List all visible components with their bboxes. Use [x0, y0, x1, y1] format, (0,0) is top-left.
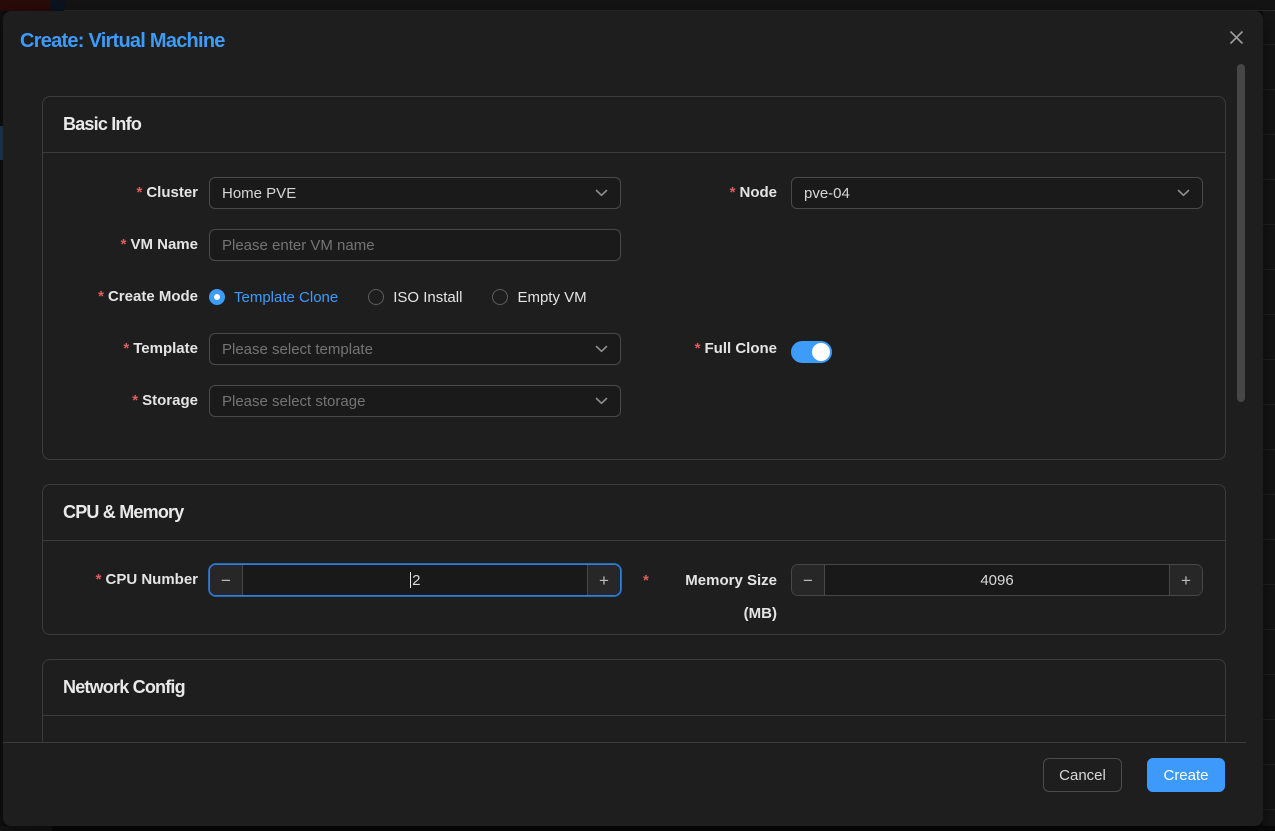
cpu-memory-section: CPU & Memory *CPU Number − 2 + * Memory … — [42, 484, 1226, 635]
row-template-fullclone: *Template Please select template *Full C… — [67, 333, 1225, 365]
required-asterisk: * — [132, 392, 138, 409]
cpu-memory-body: *CPU Number − 2 + * Memory Size (MB) — [43, 541, 1225, 596]
radio-iso-install[interactable]: ISO Install — [368, 289, 462, 306]
node-label: *Node — [621, 177, 791, 209]
node-select[interactable]: pve-04 — [791, 177, 1203, 209]
required-asterisk: * — [98, 288, 104, 305]
cpu-number-input[interactable]: 2 — [243, 565, 587, 595]
template-placeholder: Please select template — [222, 341, 373, 358]
row-vm-name: *VM Name — [67, 229, 1225, 261]
cluster-label: *Cluster — [67, 177, 209, 209]
required-asterisk: * — [121, 236, 127, 253]
chevron-down-icon — [595, 397, 608, 405]
radio-unselected-icon — [368, 289, 384, 305]
chevron-down-icon — [595, 345, 608, 353]
radio-empty-vm[interactable]: Empty VM — [492, 289, 586, 306]
toggle-knob — [812, 343, 830, 361]
background-page-table-rows — [1263, 11, 1275, 826]
required-asterisk: * — [643, 564, 649, 597]
modal-scrollbar-thumb[interactable] — [1237, 64, 1245, 402]
background-page-bottom-sidebar — [0, 826, 52, 831]
template-label: *Template — [67, 333, 209, 365]
chevron-down-icon — [1177, 189, 1190, 197]
vm-name-label: *VM Name — [67, 229, 209, 261]
full-clone-label: *Full Clone — [621, 333, 791, 365]
radio-template-clone-label: Template Clone — [234, 289, 338, 306]
row-cpu-memory: *CPU Number − 2 + * Memory Size (MB) — [67, 564, 1225, 596]
required-asterisk: * — [136, 184, 142, 201]
row-create-mode: *Create Mode Template Clone ISO Install — [67, 281, 1225, 313]
basic-info-title: Basic Info — [43, 97, 1225, 153]
background-page-sidebar-edge — [50, 0, 65, 11]
full-clone-toggle[interactable] — [791, 341, 832, 363]
network-config-section: Network Config — [42, 659, 1226, 742]
chevron-down-icon — [595, 189, 608, 197]
create-vm-modal: Create: Virtual Machine Basic Info *Clus… — [3, 11, 1263, 826]
background-page-bottom-strip — [0, 826, 1275, 831]
row-cluster-node: *Cluster Home PVE *Node pve-04 — [67, 177, 1225, 209]
radio-empty-vm-label: Empty VM — [517, 289, 586, 306]
cancel-button[interactable]: Cancel — [1043, 758, 1122, 792]
required-asterisk: * — [123, 340, 129, 357]
vm-name-input[interactable] — [209, 229, 621, 261]
memory-size-stepper: − 4096 + — [791, 564, 1203, 596]
basic-info-body: *Cluster Home PVE *Node pve-04 — [43, 153, 1225, 417]
network-config-body — [43, 716, 1225, 740]
radio-selected-icon — [209, 289, 225, 305]
storage-placeholder: Please select storage — [222, 393, 365, 410]
modal-body: Basic Info *Cluster Home PVE *Node — [3, 11, 1263, 742]
create-mode-label: *Create Mode — [67, 281, 209, 313]
node-value: pve-04 — [804, 185, 850, 202]
cpu-number-stepper: − 2 + — [209, 564, 621, 596]
required-asterisk: * — [695, 340, 701, 357]
storage-label: *Storage — [67, 385, 209, 417]
create-mode-radio-group: Template Clone ISO Install Empty VM — [209, 281, 587, 313]
storage-select[interactable]: Please select storage — [209, 385, 621, 417]
cpu-decrement-button[interactable]: − — [210, 565, 243, 595]
cluster-value: Home PVE — [222, 185, 296, 202]
cpu-number-label: *CPU Number — [67, 564, 209, 596]
radio-template-clone[interactable]: Template Clone — [209, 289, 338, 306]
cluster-select[interactable]: Home PVE — [209, 177, 621, 209]
cpu-increment-button[interactable]: + — [587, 565, 620, 595]
create-button[interactable]: Create — [1147, 758, 1225, 792]
background-page-logo-block — [0, 0, 50, 11]
memory-size-label: * Memory Size (MB) — [621, 564, 791, 596]
memory-decrement-button[interactable]: − — [792, 565, 825, 595]
radio-iso-install-label: ISO Install — [393, 289, 462, 306]
row-storage: *Storage Please select storage — [67, 385, 1225, 417]
required-asterisk: * — [96, 571, 102, 588]
text-caret — [410, 572, 412, 588]
required-asterisk: * — [730, 184, 736, 201]
memory-size-input[interactable]: 4096 — [825, 565, 1169, 595]
radio-unselected-icon — [492, 289, 508, 305]
network-config-title: Network Config — [43, 660, 1225, 716]
basic-info-section: Basic Info *Cluster Home PVE *Node — [42, 96, 1226, 460]
cpu-memory-title: CPU & Memory — [43, 485, 1225, 541]
footer-divider — [3, 742, 1246, 743]
template-select[interactable]: Please select template — [209, 333, 621, 365]
memory-increment-button[interactable]: + — [1169, 565, 1202, 595]
